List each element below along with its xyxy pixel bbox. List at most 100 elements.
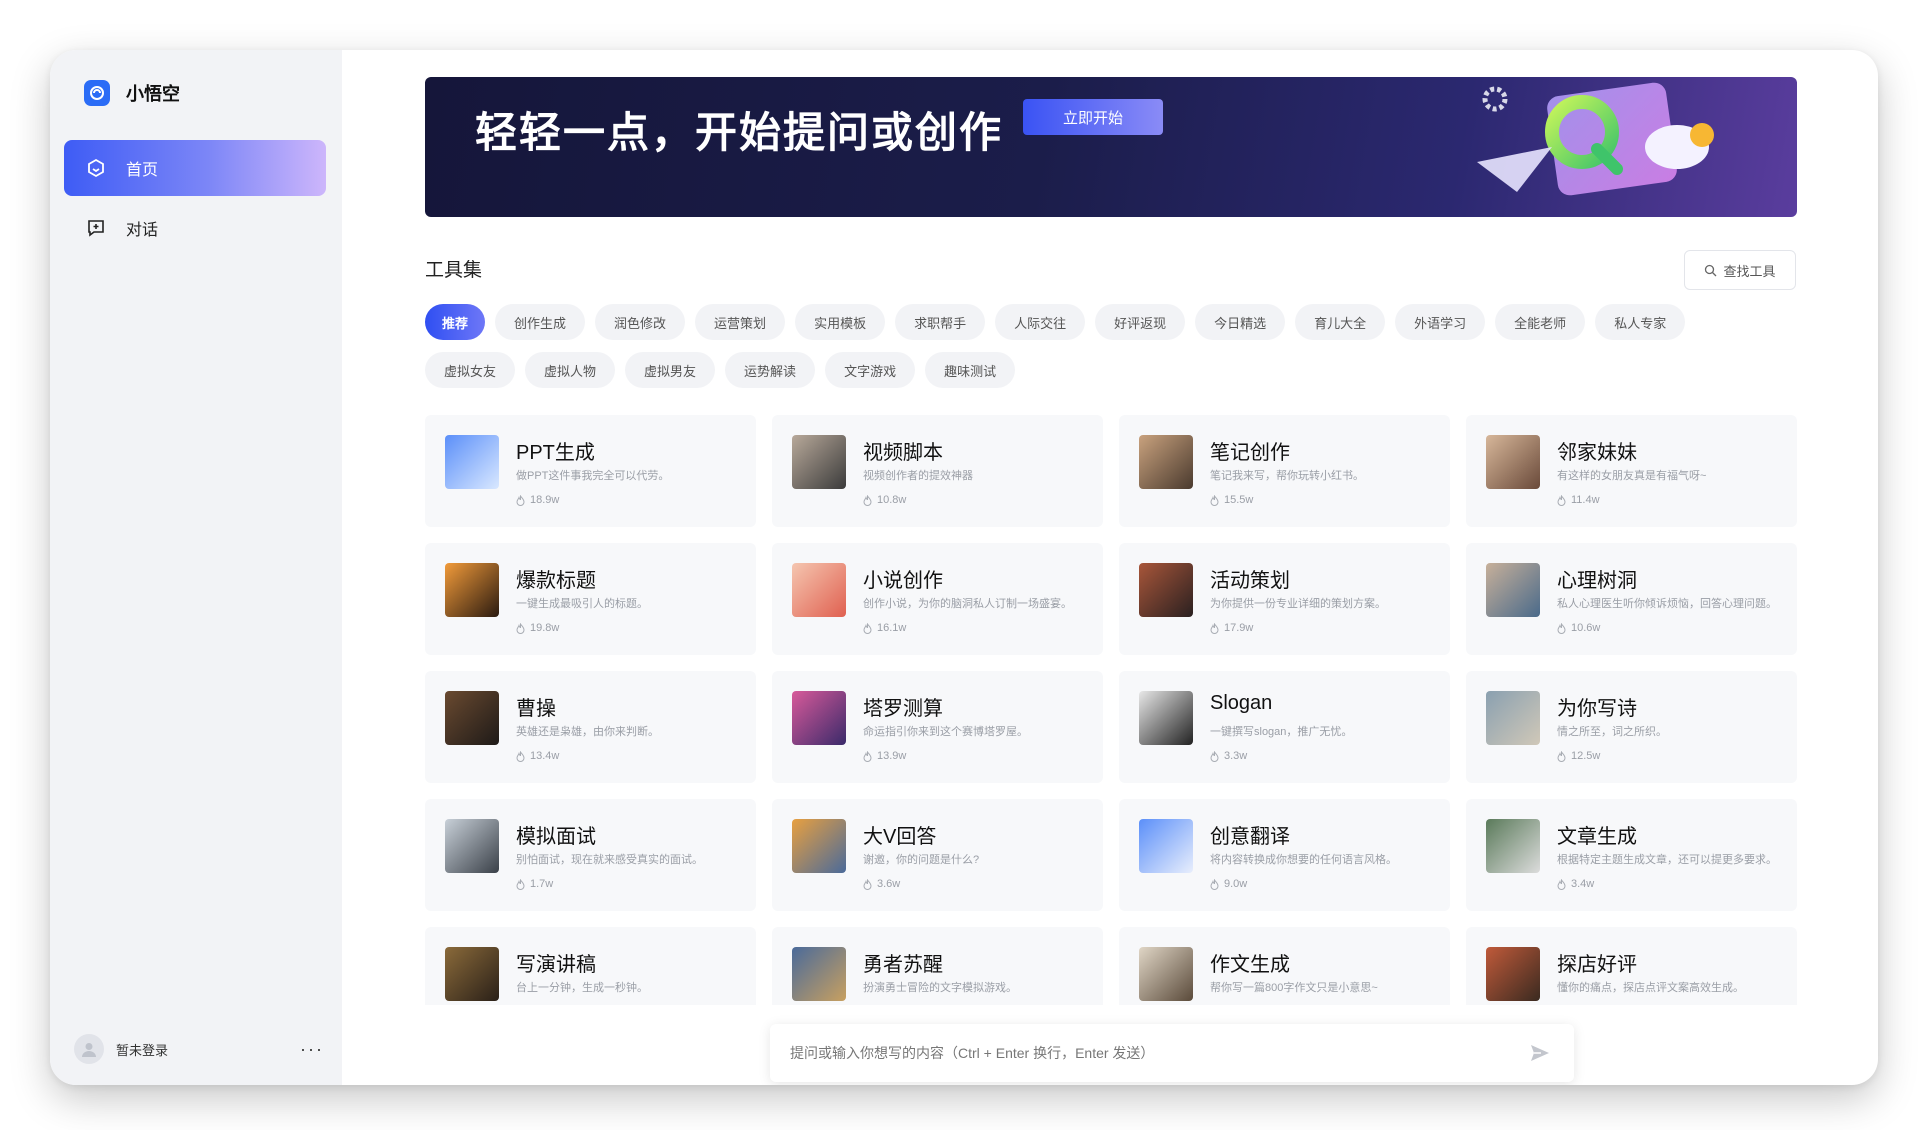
tool-title: 塔罗测算 bbox=[863, 698, 943, 720]
tool-card[interactable]: 作文生成 帮你写一篇800字作文只是小意思~ bbox=[1119, 927, 1450, 1005]
tool-title: 创意翻译 bbox=[1210, 826, 1290, 848]
tool-usage-count: 13.4w bbox=[516, 750, 559, 762]
tool-usage-count: 17.9w bbox=[1210, 622, 1253, 634]
start-button[interactable]: 立即开始 bbox=[1023, 99, 1163, 135]
tool-title: 文章生成 bbox=[1557, 826, 1637, 848]
search-illustration-icon bbox=[1477, 82, 1714, 196]
tool-title: 心理树洞 bbox=[1557, 570, 1637, 592]
tool-card[interactable]: 视频脚本 视频创作者的提效神器 10.8w bbox=[772, 415, 1103, 527]
tool-thumbnail bbox=[1486, 819, 1540, 873]
tool-card[interactable]: 文章生成 根据特定主题生成文章，还可以提更多要求。 3.4w bbox=[1466, 799, 1797, 911]
tool-card[interactable]: 心理树洞私人心理医生听你倾诉烦恼，回答心理问题。 10.6w bbox=[1466, 543, 1797, 655]
user-area[interactable]: 暂未登录 ··· bbox=[74, 1031, 324, 1067]
tag-row1-2[interactable]: 润色修改 bbox=[595, 304, 686, 340]
tool-card[interactable]: 爆款标题 一键生成最吸引人的标题。 19.8w bbox=[425, 543, 756, 655]
sidebar-item-label: 对话 bbox=[126, 222, 159, 239]
tool-description: 谢邀，你的问题是什么? bbox=[863, 854, 980, 866]
tool-card[interactable]: 笔记创作 笔记我来写，帮你玩转小红书。 15.5w bbox=[1119, 415, 1450, 527]
usage-count-value: 3.3w bbox=[1224, 750, 1248, 762]
tag-row1-11[interactable]: 全能老师 bbox=[1495, 304, 1586, 340]
tool-description: 笔记我来写，帮你玩转小红书。 bbox=[1210, 470, 1364, 482]
tool-title: 视频脚本 bbox=[863, 442, 943, 464]
tool-card[interactable]: 邻家妹妹 有这样的女朋友真是有福气呀~ 11.4w bbox=[1466, 415, 1797, 527]
usage-count-value: 11.4w bbox=[1571, 494, 1600, 506]
fire-icon bbox=[863, 750, 872, 762]
brand[interactable]: 小悟空 bbox=[84, 80, 180, 106]
tool-card-list: PPT生成 做PPT这件事我完全可以代劳。 18.9w 视频脚本视频创作者的提效神器 1… bbox=[425, 415, 1805, 1005]
banner-title: 轻轻一点，开始提问或创作 bbox=[475, 109, 1004, 156]
tool-thumbnail bbox=[1139, 819, 1193, 873]
tool-card[interactable]: 探店好评 懂你的痛点，探店点评文案高效生成。 bbox=[1466, 927, 1797, 1005]
tool-thumbnail bbox=[792, 819, 846, 873]
tag-row1-3[interactable]: 运营策划 bbox=[695, 304, 786, 340]
tool-description: 创作小说，为你的脑洞私人订制一场盛宴。 bbox=[863, 598, 1072, 610]
usage-count-value: 3.4w bbox=[1571, 878, 1595, 890]
fire-icon bbox=[1557, 750, 1566, 762]
tool-card[interactable]: 活动策划 为你提供一份专业详细的策划方案。 17.9w bbox=[1119, 543, 1450, 655]
tool-thumbnail bbox=[445, 435, 499, 489]
tag-row1-10[interactable]: 外语学习 bbox=[1395, 304, 1486, 340]
fire-icon bbox=[863, 878, 872, 890]
tool-usage-count: 3.3w bbox=[1210, 750, 1247, 762]
send-button[interactable] bbox=[1526, 1039, 1554, 1067]
fire-icon bbox=[863, 622, 872, 634]
tool-title: 写演讲稿 bbox=[516, 954, 596, 976]
tag-row1-5[interactable]: 求职帮手 bbox=[895, 304, 986, 340]
tag-row1-0[interactable]: 推荐 bbox=[425, 304, 486, 340]
tool-card[interactable]: 大V回答 谢邀，你的问题是什么? 3.6w bbox=[772, 799, 1103, 911]
fire-icon bbox=[1210, 878, 1219, 890]
sidebar-item-home[interactable]: 首页 bbox=[64, 140, 326, 196]
app-name: 小悟空 bbox=[126, 84, 180, 104]
tool-card[interactable]: PPT生成 做PPT这件事我完全可以代劳。 18.9w bbox=[425, 415, 756, 527]
tool-card[interactable]: Slogan 一键撰写slogan，推广无忧。 3.3w bbox=[1119, 671, 1450, 783]
tag-row2-0[interactable]: 虚拟女友 bbox=[425, 352, 516, 388]
home-hexagon-icon bbox=[86, 158, 106, 178]
tool-usage-count: 10.6w bbox=[1557, 622, 1600, 634]
usage-count-value: 16.1w bbox=[877, 622, 907, 634]
tool-card[interactable]: 勇者苏醒扮演勇士冒险的文字模拟游戏。 bbox=[772, 927, 1103, 1005]
tag-row2-3[interactable]: 运势解读 bbox=[725, 352, 816, 388]
tag-row1-4[interactable]: 实用模板 bbox=[795, 304, 886, 340]
tool-thumbnail bbox=[445, 563, 499, 617]
tool-card[interactable]: 曹操 英雄还是枭雄，由你来判断。 13.4w bbox=[425, 671, 756, 783]
tool-usage-count: 3.6w bbox=[863, 878, 900, 890]
tag-row1-8[interactable]: 今日精选 bbox=[1195, 304, 1286, 340]
tool-description: 英雄还是枭雄，由你来判断。 bbox=[516, 726, 659, 738]
tool-card[interactable]: 小说创作 创作小说，为你的脑洞私人订制一场盛宴。 16.1w bbox=[772, 543, 1103, 655]
tool-thumbnail bbox=[1139, 563, 1193, 617]
tool-card[interactable]: 写演讲稿 台上一分钟，生成一秒钟。 bbox=[425, 927, 756, 1005]
tool-thumbnail bbox=[1486, 435, 1540, 489]
tag-row1-6[interactable]: 人际交往 bbox=[995, 304, 1086, 340]
tag-row1-9[interactable]: 育儿大全 bbox=[1295, 304, 1386, 340]
tag-row2-2[interactable]: 虚拟男友 bbox=[625, 352, 716, 388]
tag-row2-1[interactable]: 虚拟人物 bbox=[525, 352, 616, 388]
tool-title: 勇者苏醒 bbox=[863, 954, 943, 976]
tool-card[interactable]: 模拟面试 别怕面试，现在就来感受真实的面试。 1.7w bbox=[425, 799, 756, 911]
tool-card[interactable]: 创意翻译 将内容转换成你想要的任何语言风格。 9.0w bbox=[1119, 799, 1450, 911]
tool-card[interactable]: 为你写诗 情之所至，词之所织。 12.5w bbox=[1466, 671, 1797, 783]
tag-row2-4[interactable]: 文字游戏 bbox=[825, 352, 916, 388]
tool-title: Slogan bbox=[1210, 692, 1273, 714]
fire-icon bbox=[1557, 878, 1566, 890]
tag-row1-1[interactable]: 创作生成 bbox=[495, 304, 586, 340]
tool-description: 扮演勇士冒险的文字模拟游戏。 bbox=[863, 982, 1017, 994]
tool-card[interactable]: 塔罗测算 命运指引你来到这个赛博塔罗屋。 13.9w bbox=[772, 671, 1103, 783]
tool-usage-count: 15.5w bbox=[1210, 494, 1253, 506]
tool-thumbnail bbox=[1139, 435, 1193, 489]
tool-description: 私人心理医生听你倾诉烦恼，回答心理问题。 bbox=[1557, 598, 1777, 610]
tag-row1-12[interactable]: 私人专家 bbox=[1595, 304, 1686, 340]
usage-count-value: 17.9w bbox=[1224, 622, 1254, 634]
search-tools-button[interactable]: 查找工具 bbox=[1684, 250, 1796, 290]
tag-row1-7[interactable]: 好评返现 bbox=[1095, 304, 1186, 340]
tool-description: 视频创作者的提效神器 bbox=[863, 470, 973, 482]
tool-thumbnail bbox=[792, 435, 846, 489]
tool-description: 有这样的女朋友真是有福气呀~ bbox=[1557, 470, 1707, 482]
chat-input[interactable] bbox=[790, 1045, 1526, 1061]
tool-usage-count: 11.4w bbox=[1557, 494, 1600, 506]
tool-description: 别怕面试，现在就来感受真实的面试。 bbox=[516, 854, 703, 866]
tool-usage-count: 13.9w bbox=[863, 750, 906, 762]
sidebar-item-chat[interactable]: 对话 bbox=[64, 200, 326, 256]
tag-row2-5[interactable]: 趣味测试 bbox=[925, 352, 1016, 388]
avatar bbox=[74, 1034, 104, 1064]
more-options-icon[interactable]: ··· bbox=[300, 1039, 324, 1060]
